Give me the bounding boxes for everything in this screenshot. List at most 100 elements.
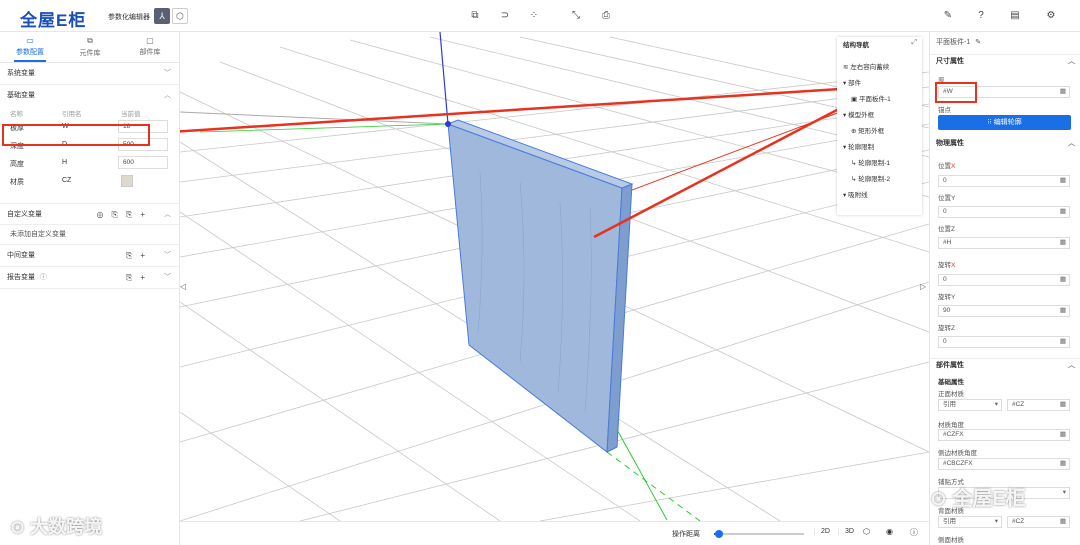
position-x-input[interactable]: 0 ▦ — [938, 175, 1070, 187]
grid-icon[interactable]: ⁘ — [526, 8, 542, 24]
3d-viewport[interactable]: ◁ ▷ — [180, 32, 929, 521]
distance-slider[interactable] — [714, 530, 804, 538]
nav-item[interactable]: ⊕ 矩形外框 — [851, 125, 884, 139]
calendar-icon[interactable]: ▦ — [1060, 306, 1066, 316]
board-panel[interactable] — [446, 119, 634, 453]
cube-icon[interactable]: ⬡ — [863, 527, 870, 536]
calendar-icon[interactable]: ▦ — [1060, 275, 1066, 285]
nav-item[interactable]: ▾ 模型外框 — [843, 109, 874, 123]
section-title: 基础变量 — [7, 92, 35, 99]
help-circle-icon[interactable]: ⓘ — [40, 274, 47, 281]
import-icon[interactable]: ⎘ — [126, 273, 140, 282]
import-icon[interactable]: ⎘ — [112, 210, 126, 219]
view-2d-button[interactable]: 2D — [814, 528, 830, 535]
front-material-input[interactable]: #CZ ▦ — [1007, 399, 1070, 411]
calendar-icon[interactable]: ▦ — [1060, 430, 1066, 440]
table-row[interactable]: 高度 H 600 — [0, 155, 180, 173]
material-swatch[interactable] — [121, 175, 133, 187]
app-logo: 全屋E柜 — [20, 11, 87, 30]
chevron-down-icon[interactable]: ﹀ — [164, 245, 171, 267]
cube-view-icon[interactable]: ⧉ — [467, 8, 483, 24]
settings-icon[interactable]: ⚙ — [1043, 8, 1059, 24]
model-mode-button[interactable]: ⬡ — [172, 8, 188, 24]
rotate-x-input[interactable]: 0 ▦ — [938, 274, 1070, 286]
export-icon[interactable]: ⎘ — [126, 210, 140, 219]
export-icon[interactable]: ⎙ — [598, 8, 614, 24]
nav-item[interactable]: ≋ 左右容向蓄续 — [843, 61, 889, 75]
section-system-variables[interactable]: 系统变量 ﹀ — [0, 63, 179, 85]
texture-angle-input[interactable]: #CZFX ▦ — [938, 429, 1070, 441]
calendar-icon[interactable]: ▦ — [1060, 87, 1066, 97]
import-icon[interactable]: ⎘ — [126, 251, 140, 260]
rotate-y-label: 旋转Y — [938, 294, 956, 301]
slider-handle[interactable] — [714, 530, 723, 538]
chevron-up-icon[interactable]: ︿ — [1068, 55, 1075, 69]
calendar-icon[interactable]: ▦ — [1060, 337, 1066, 347]
file-icon[interactable]: ▤ — [1007, 8, 1023, 24]
chevron-up-icon[interactable]: ︿ — [164, 85, 171, 107]
eye-icon[interactable]: ◉ — [886, 527, 893, 536]
tab-components[interactable]: ⧉ 元件库 — [60, 36, 120, 58]
section-custom-variables[interactable]: 自定义变量 ◎⎘⎘+ ︿ — [0, 203, 179, 225]
add-icon[interactable]: + — [140, 273, 153, 282]
section-part[interactable]: 部件属性 ︿ — [930, 358, 1080, 372]
folder-icon: ▢ — [146, 36, 154, 45]
tab-parts[interactable]: ▢ 部件库 — [120, 36, 180, 57]
add-icon[interactable]: + — [140, 210, 153, 219]
nav-item[interactable]: ▾ 轮廓限制 — [843, 141, 874, 155]
help-icon[interactable]: ? — [973, 8, 989, 24]
collapse-right-icon[interactable]: ▷ — [920, 282, 926, 291]
pencil-icon[interactable]: ✎ — [975, 39, 981, 46]
add-icon[interactable]: + — [140, 251, 153, 260]
front-material-mode-select[interactable]: 引用 ▾ — [938, 399, 1002, 411]
nav-item[interactable]: ▾ 吸附线 — [843, 189, 868, 203]
rotate-y-input[interactable]: 90 ▦ — [938, 305, 1070, 317]
parametric-mode-button[interactable]: ⅄ — [154, 8, 170, 24]
nav-item[interactable]: ↳ 轮廓限制-2 — [851, 173, 890, 187]
calendar-icon[interactable]: ▦ — [1060, 176, 1066, 186]
transform-icon[interactable]: ⤡ — [568, 8, 584, 24]
chevron-down-icon[interactable]: ﹀ — [164, 267, 171, 289]
nav-item[interactable]: ▾ 部件 — [843, 77, 861, 91]
chevron-down-icon: ▾ — [1062, 489, 1066, 496]
tab-parameters[interactable]: ▭ 参数配置 — [0, 36, 60, 62]
variable-value-input[interactable]: 600 — [118, 156, 168, 169]
calendar-icon[interactable]: ▦ — [1060, 400, 1066, 410]
section-physical[interactable]: 物理属性 ︿ — [930, 137, 1080, 151]
expand-icon[interactable]: ⤢ — [911, 39, 917, 47]
position-y-input[interactable]: 0 ▦ — [938, 206, 1070, 218]
calendar-icon[interactable]: ▦ — [1060, 238, 1066, 248]
target-icon[interactable]: ◎ — [97, 210, 112, 219]
z-axis-line — [439, 32, 449, 125]
nav-item[interactable]: ▣ 平面板件-1 — [851, 93, 891, 107]
highlight-box-thickness-field — [935, 82, 977, 103]
pencil-icon[interactable]: ✎ — [940, 8, 956, 24]
back-material-mode-select[interactable]: 引用 ▾ — [938, 516, 1002, 528]
contour-icon: ↳ — [851, 176, 857, 183]
link-icon[interactable]: ⊃ — [497, 8, 513, 24]
calendar-icon[interactable]: ▦ — [1060, 459, 1066, 469]
back-material-input[interactable]: #CZ ▦ — [1007, 516, 1070, 528]
table-row[interactable]: 材质 CZ — [0, 173, 180, 191]
edit-contour-button[interactable]: ⁝⁝ 编辑轮廓 — [938, 115, 1071, 130]
anchor-point[interactable] — [445, 121, 451, 127]
calendar-icon[interactable]: ▦ — [1060, 207, 1066, 217]
chevron-up-icon[interactable]: ︿ — [1068, 137, 1075, 151]
info-icon[interactable]: ⓘ — [910, 527, 918, 538]
position-z-input[interactable]: #H ▦ — [938, 237, 1070, 249]
nav-item[interactable]: ↳ 轮廓限制-1 — [851, 157, 890, 171]
chevron-up-icon[interactable]: ︿ — [164, 204, 171, 226]
section-intermediate-variables[interactable]: 中间变量 ⎘+ ﹀ — [0, 245, 179, 267]
section-size[interactable]: 尺寸属性 ︿ — [930, 54, 1080, 68]
chevron-down-icon[interactable]: ﹀ — [164, 63, 171, 85]
rotate-z-input[interactable]: 0 ▦ — [938, 336, 1070, 348]
chevron-up-icon[interactable]: ︿ — [1068, 359, 1075, 373]
side-angle-input[interactable]: #CBCZFX ▦ — [938, 458, 1070, 470]
collapse-left-icon[interactable]: ◁ — [180, 282, 186, 291]
watermark-text: 全屋E柜 — [952, 488, 1026, 510]
section-report-variables[interactable]: 报告变量 ⓘ ⎘+ ﹀ — [0, 267, 179, 289]
calendar-icon[interactable]: ▦ — [1060, 517, 1066, 527]
view-3d-button[interactable]: 3D — [838, 528, 854, 535]
section-basic-variables[interactable]: 基础变量 ︿ — [0, 85, 179, 107]
component-icon: ⧉ — [87, 36, 93, 45]
